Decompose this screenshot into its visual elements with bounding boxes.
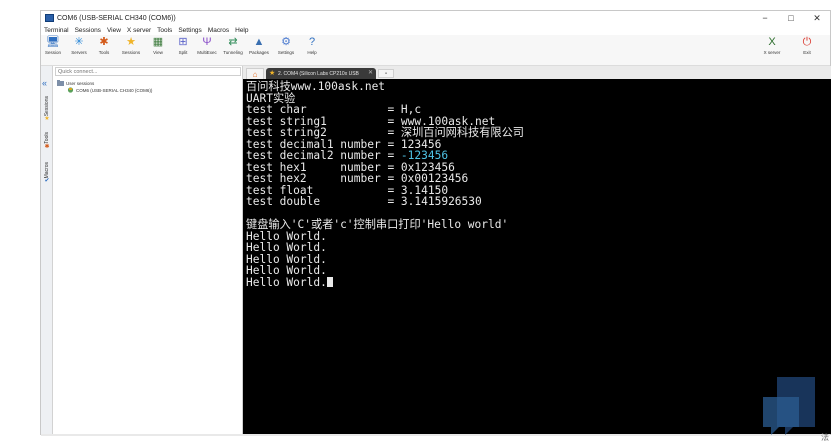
- view-icon: ▦: [152, 36, 164, 48]
- menu-terminal[interactable]: Terminal: [41, 27, 72, 34]
- terminal-line-text: test double = 3.1415926530: [246, 195, 482, 208]
- tunneling-icon: ⇄: [228, 36, 238, 48]
- toolbar-label: Packages: [249, 50, 269, 55]
- app-icon: [45, 14, 54, 22]
- toolbar-label: Help: [307, 50, 317, 55]
- toolbar-label: Sessions: [121, 50, 141, 55]
- menu-bar: Terminal Sessions View X server Tools Se…: [41, 25, 830, 35]
- status-bar: [41, 434, 830, 436]
- toolbar-split-button[interactable]: ⊞ Split: [175, 36, 191, 64]
- maximize-button[interactable]: □: [778, 11, 804, 25]
- toolbar-label: Split: [178, 50, 188, 55]
- serial-port-icon: [67, 87, 74, 93]
- x-server-icon: X: [768, 36, 776, 48]
- sidebar-tab-tools[interactable]: Tools ✱: [41, 132, 53, 151]
- toolbar-exit-button[interactable]: ⏻ Exit: [798, 36, 816, 64]
- toolbar-packages-button[interactable]: ▲ Packages: [247, 36, 271, 64]
- toolbar-x-server-button[interactable]: X X server: [759, 36, 785, 64]
- menu-sessions[interactable]: Sessions: [72, 27, 104, 34]
- servers-icon: ✳: [74, 36, 84, 48]
- title-bar: COM6 (USB-SERIAL CH340 (COM6)) − □ ✕: [41, 11, 830, 25]
- sessions-star-icon: ★: [44, 116, 50, 123]
- close-button[interactable]: ✕: [804, 11, 830, 25]
- menu-x-server[interactable]: X server: [124, 27, 154, 34]
- exit-icon: ⏻: [802, 36, 812, 48]
- quick-connect-input[interactable]: [55, 67, 241, 76]
- session-icon: 🖥: [46, 36, 60, 48]
- sidebar-tab-label: Sessions: [44, 96, 50, 117]
- terminal-line: test double = 3.1415926530: [246, 196, 524, 208]
- toolbar-label: X server: [763, 50, 781, 55]
- sidebar-tab-label: Tools: [44, 132, 50, 144]
- session-tab-strip: ⌂ ★ 2. COM4 (Silicon Labs CP210x USB ✕ ▪: [243, 66, 831, 79]
- home-icon: ⌂: [252, 69, 258, 79]
- watermark-shape: [763, 377, 815, 435]
- toolbar-tools-button[interactable]: ✱ Tools: [94, 36, 114, 64]
- toolbar-view-button[interactable]: ▦ View: [150, 36, 166, 64]
- terminal-cursor: [326, 276, 333, 287]
- new-tab-button[interactable]: ▪: [378, 69, 394, 78]
- macros-tab-icon: ✔: [44, 178, 50, 185]
- sessions-icon: ★: [126, 36, 136, 48]
- sidebar-vertical-tabs: « Sessions ★ Tools ✱ Macros ✔: [41, 66, 53, 434]
- multiexec-icon: Ψ: [202, 36, 212, 48]
- collapse-sidebar-icon[interactable]: «: [42, 78, 47, 88]
- toolbar-tunneling-button[interactable]: ⇄ Tunneling: [220, 36, 246, 64]
- menu-help[interactable]: Help: [232, 27, 251, 34]
- toolbar-settings-button[interactable]: ⚙ Settings: [275, 36, 297, 64]
- packages-icon: ▲: [253, 36, 265, 48]
- sidebar-tab-label: Macros: [44, 162, 50, 179]
- tree-session-com6[interactable]: COM6 (USB-SERIAL CH340 (COM6)): [67, 87, 152, 93]
- menu-view[interactable]: View: [104, 27, 124, 34]
- split-icon: ⊞: [178, 36, 188, 48]
- toolbar-label: Session: [44, 50, 61, 55]
- sidebar-tab-macros[interactable]: Macros ✔: [41, 162, 53, 185]
- menu-tools[interactable]: Tools: [154, 27, 175, 34]
- minimize-button[interactable]: −: [752, 11, 778, 25]
- terminal-area[interactable]: 百问科技www.100ask.net UART实验 test char = H,c t…: [243, 79, 831, 434]
- toolbar-label: MultiExec: [197, 50, 217, 55]
- star-icon: ★: [269, 70, 276, 77]
- mobaxterm-window: COM6 (USB-SERIAL CH340 (COM6)) − □ ✕ Ter…: [40, 10, 831, 436]
- toolbar-servers-button[interactable]: ✳ Servers: [69, 36, 89, 64]
- tree-root-label: User sessions: [66, 80, 95, 86]
- toolbar-label: Tunneling: [223, 50, 243, 55]
- close-tab-icon[interactable]: ✕: [368, 69, 373, 76]
- session-tab-com4[interactable]: ★ 2. COM4 (Silicon Labs CP210x USB ✕: [266, 68, 376, 79]
- toolbar-label: View: [153, 50, 163, 55]
- toolbar-label: Settings: [277, 50, 295, 55]
- sessions-sidebar: User sessions COM6 (USB-SERIAL CH340 (CO…: [53, 66, 243, 434]
- home-tab[interactable]: ⌂: [246, 68, 264, 79]
- settings-icon: ⚙: [281, 36, 291, 48]
- toolbar: 🖥 Session ✳ Servers ✱ Tools ★ Sessions ▦…: [41, 35, 830, 66]
- folder-icon: [57, 80, 64, 86]
- menu-settings[interactable]: Settings: [175, 27, 205, 34]
- new-tab-icon: ▪: [384, 70, 388, 77]
- toolbar-help-button[interactable]: ? Help: [304, 36, 320, 64]
- menu-macros[interactable]: Macros: [205, 27, 232, 34]
- tree-user-sessions[interactable]: User sessions: [57, 80, 94, 86]
- session-tab-label: 2. COM4 (Silicon Labs CP210x USB: [278, 70, 359, 77]
- corner-watermark-text: 法: [821, 433, 829, 442]
- toolbar-sessions-button[interactable]: ★ Sessions: [120, 36, 142, 64]
- tools-tab-icon: ✱: [44, 143, 50, 150]
- window-controls: − □ ✕: [752, 11, 830, 25]
- toolbar-label: Exit: [803, 50, 811, 55]
- sidebar-tab-sessions[interactable]: Sessions ★: [41, 96, 53, 123]
- terminal-line: Hello World.: [246, 275, 524, 289]
- tree-session-label: COM6 (USB-SERIAL CH340 (COM6)): [76, 87, 153, 93]
- toolbar-label: Servers: [71, 50, 87, 55]
- toolbar-multiexec-button[interactable]: Ψ MultiExec: [195, 36, 219, 64]
- terminal-output: 百问科技www.100ask.net UART实验 test char = H,c t…: [246, 81, 524, 288]
- help-icon: ?: [308, 36, 316, 48]
- tools-icon: ✱: [99, 36, 109, 48]
- window-title: COM6 (USB-SERIAL CH340 (COM6)): [57, 14, 176, 22]
- terminal-line-text: Hello World.: [246, 275, 327, 289]
- toolbar-label: Tools: [98, 50, 110, 55]
- toolbar-session-button[interactable]: 🖥 Session: [43, 36, 63, 64]
